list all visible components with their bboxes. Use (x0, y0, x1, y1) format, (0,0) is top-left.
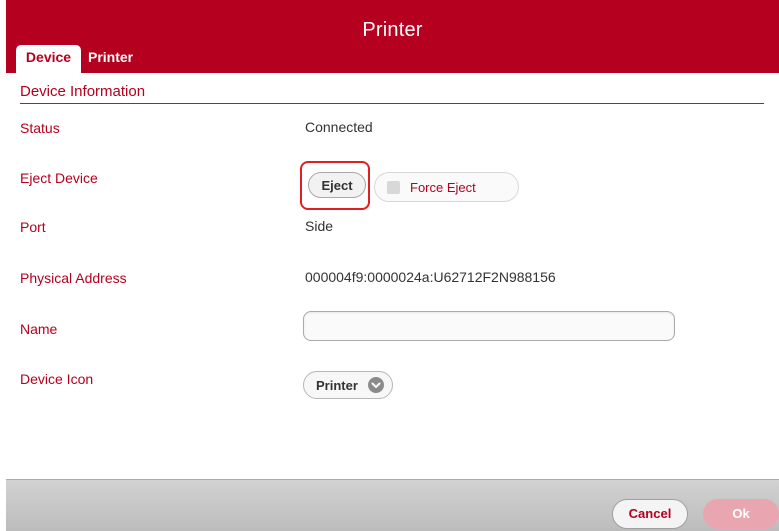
chevron-down-icon (368, 377, 384, 393)
window-title: Printer (362, 19, 423, 41)
ok-button[interactable]: Ok (703, 499, 779, 529)
port-value: Side (305, 218, 334, 234)
eject-device-label: Eject Device (20, 170, 98, 186)
name-input[interactable] (303, 311, 675, 341)
cancel-button[interactable]: Cancel (612, 499, 688, 529)
force-eject-label: Force Eject (410, 180, 476, 195)
device-icon-selected: Printer (316, 378, 358, 393)
section-title: Device Information (20, 83, 764, 104)
status-value: Connected (305, 119, 373, 135)
tab-printer[interactable]: Printer (88, 45, 133, 73)
tab-device[interactable]: Device (16, 45, 81, 73)
title-bar: Printer Device Printer (6, 0, 779, 73)
device-panel: Device Information Status Connected Ejec… (6, 73, 779, 479)
device-icon-label: Device Icon (20, 371, 94, 387)
device-icon-select[interactable]: Printer (303, 371, 393, 399)
force-eject-toggle[interactable]: Force Eject (374, 172, 519, 202)
footer-bar: Cancel Ok (6, 479, 779, 531)
eject-button[interactable]: Eject (308, 172, 366, 198)
physical-address-label: Physical Address (20, 270, 127, 286)
name-label: Name (20, 321, 58, 337)
physical-address-value: 000004f9:0000024a:U62712F2N988156 (305, 269, 556, 285)
port-label: Port (20, 219, 46, 235)
force-eject-checkbox[interactable] (387, 181, 400, 194)
status-label: Status (20, 120, 60, 136)
